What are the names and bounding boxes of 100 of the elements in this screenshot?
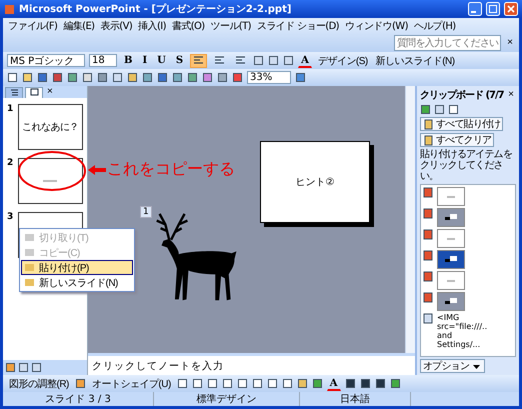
slide-thumbnail[interactable]: これなあに？ xyxy=(18,104,83,150)
style-button[interactable]: B xyxy=(121,54,136,68)
outline-tab[interactable] xyxy=(5,86,23,98)
menu-item[interactable]: 編集(E) xyxy=(62,19,96,33)
menu-item[interactable]: 貼り付け(P) xyxy=(21,260,133,275)
menu-item[interactable]: ファイル(F) xyxy=(7,19,58,33)
nav-icon[interactable] xyxy=(420,104,431,115)
toolbar-icon[interactable] xyxy=(142,72,153,83)
toolbar-icon[interactable] xyxy=(172,72,183,83)
font-field[interactable]: MS Pゴシック xyxy=(7,54,85,67)
style-button[interactable]: I xyxy=(139,54,150,68)
shape-icon[interactable] xyxy=(206,378,218,389)
design-button[interactable]: デザイン(S) xyxy=(316,54,370,68)
zoom-field[interactable]: 33% xyxy=(247,71,291,84)
app-icon xyxy=(4,4,15,14)
clip-thumbnail xyxy=(437,208,465,227)
slide-icon xyxy=(28,87,40,98)
slide-text: ヒント② xyxy=(296,176,334,189)
menu-item[interactable]: ヘルプ(H) xyxy=(412,19,457,33)
shape-icon[interactable] xyxy=(252,378,263,389)
toolbar-icon[interactable] xyxy=(283,55,294,66)
annotation-text: これをコピーする xyxy=(107,159,235,180)
shape-icon[interactable] xyxy=(192,378,203,389)
clip-thumbnail xyxy=(437,292,465,311)
menu-item-icon xyxy=(24,277,35,288)
text-line xyxy=(43,180,58,182)
slides-tab[interactable] xyxy=(25,86,43,98)
menu-item[interactable]: 挿入(I) xyxy=(137,19,167,33)
status-text: 標準デザイン xyxy=(154,392,300,406)
nav-icon[interactable] xyxy=(434,104,445,115)
minimize-icon[interactable] xyxy=(468,2,482,16)
style-button[interactable]: S xyxy=(172,54,186,68)
pointer-arrow xyxy=(87,164,107,176)
highlight-ellipse xyxy=(17,150,87,192)
paste-all-button[interactable]: すべて貼り付け xyxy=(420,117,504,131)
toolbar-icon[interactable] xyxy=(7,72,18,83)
align-icon xyxy=(235,55,246,66)
menu-item[interactable]: ツール(T) xyxy=(210,19,252,33)
toolbar-icon[interactable] xyxy=(202,72,213,83)
instruction-text: 貼り付けるアイテムをクリックしてください。 xyxy=(420,149,514,182)
toolbar-icon[interactable] xyxy=(157,72,168,83)
shape-icon[interactable] xyxy=(266,378,278,389)
shape-icon[interactable] xyxy=(176,378,188,389)
outline-icon xyxy=(8,87,20,98)
clip-thumbnail xyxy=(437,229,465,248)
menu-item[interactable]: 新しいスライド(N) xyxy=(21,275,133,290)
view-icon[interactable] xyxy=(31,362,42,373)
close-button[interactable]: × xyxy=(45,87,55,97)
toolbar-icon[interactable] xyxy=(97,72,108,83)
align-icon xyxy=(193,55,204,66)
draw-menu-button[interactable]: 図形の調整(R) xyxy=(7,376,71,390)
toolbar-icon[interactable] xyxy=(217,72,228,83)
style-button[interactable]: U xyxy=(154,54,169,68)
clipboard-icon xyxy=(423,134,434,146)
pane-title: クリップボード (7/7 xyxy=(420,88,504,102)
shape-icon[interactable] xyxy=(236,378,248,389)
slide-thumbnail[interactable] xyxy=(18,158,83,204)
menu-item-icon xyxy=(24,232,35,243)
toolbar-icon[interactable] xyxy=(232,72,243,83)
clip-thumbnail xyxy=(437,187,465,206)
shape-icon[interactable] xyxy=(282,378,293,389)
align-button[interactable] xyxy=(190,54,208,68)
toolbar-icon[interactable] xyxy=(127,72,138,83)
menu-item[interactable]: 書式(O) xyxy=(170,19,206,33)
toolbar-icon[interactable] xyxy=(37,72,48,83)
new-slide-button[interactable]: 新しいスライド(N) xyxy=(374,54,457,68)
autoshape-button[interactable]: オートシェイプ(U) xyxy=(90,376,173,390)
toolbar-icon[interactable] xyxy=(268,55,280,66)
menu-item[interactable]: ウィンドウ(W) xyxy=(344,19,409,33)
clip-thumbnail xyxy=(437,271,465,290)
clip-text: <IMG src="file:///.. and Settings/... xyxy=(437,313,488,349)
close-button[interactable]: × xyxy=(505,38,515,48)
toolbar-icon[interactable] xyxy=(112,72,123,83)
toolbar-icon[interactable] xyxy=(22,72,33,83)
view-icon[interactable] xyxy=(5,362,16,373)
nav-icon[interactable] xyxy=(448,104,459,115)
toolbar-icon[interactable] xyxy=(67,72,78,83)
toolbar-icon[interactable] xyxy=(253,55,264,66)
font-size-field[interactable]: 18 xyxy=(89,54,117,67)
close-icon[interactable] xyxy=(504,2,518,16)
status-text: スライド 3 / 3 xyxy=(3,392,154,406)
view-icon[interactable] xyxy=(18,362,29,373)
close-button[interactable]: × xyxy=(506,90,516,100)
toolbar-icon[interactable] xyxy=(82,72,93,83)
slide-title: これなあに？ xyxy=(22,121,79,134)
clipboard-item[interactable]: <IMG src="file:///.. and Settings/... xyxy=(423,313,513,349)
scrollbar[interactable] xyxy=(405,86,415,353)
clipboard-icon xyxy=(423,118,434,130)
slide-number: 3 xyxy=(7,212,14,224)
clear-all-button[interactable]: すべてクリア xyxy=(420,133,494,147)
maximize-icon[interactable] xyxy=(486,2,500,16)
item-type-icon xyxy=(423,271,434,282)
toolbar-icon[interactable] xyxy=(187,72,198,83)
item-type-icon xyxy=(423,187,434,198)
toolbar-icon[interactable] xyxy=(52,72,63,83)
shape-icon[interactable] xyxy=(222,378,233,389)
options-button[interactable]: オプション xyxy=(420,359,486,373)
menu-item[interactable]: スライド ショー(D) xyxy=(256,19,340,33)
menu-item[interactable]: 表示(V) xyxy=(99,19,134,33)
help-search-field[interactable]: 質問を入力してください xyxy=(394,35,502,51)
